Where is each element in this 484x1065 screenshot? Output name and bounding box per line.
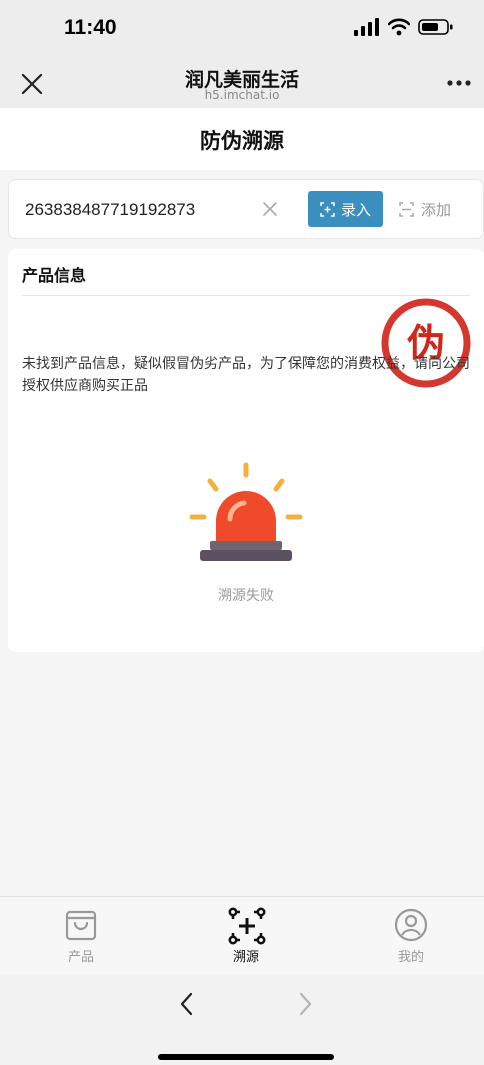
wifi-icon [388, 18, 410, 36]
card-title: 产品信息 [22, 266, 87, 285]
battery-icon [418, 19, 453, 35]
enter-button[interactable]: 录入 [308, 191, 383, 227]
status-bar: 11:40 [0, 0, 484, 60]
shopping-bag-icon [65, 910, 97, 941]
tab-trace[interactable]: 溯源 [186, 897, 306, 975]
tab-products[interactable]: 产品 [21, 897, 141, 975]
user-icon [394, 908, 428, 942]
forward-arrow-icon[interactable] [294, 991, 316, 1017]
add-button-label: 添加 [421, 200, 452, 219]
nav-bar: 润凡美丽生活 h5.imchat.io [0, 60, 484, 108]
scan-frame-icon [399, 201, 414, 217]
back-arrow-icon[interactable] [176, 991, 198, 1017]
clear-icon[interactable] [261, 200, 279, 218]
tab-bar: 产品 溯源 我的 [0, 896, 484, 974]
not-found-message: 未找到产品信息，疑似假冒伪劣产品，为了保障您的消费权益，请向公司授权供应商购买正… [22, 356, 470, 394]
scan-icon [320, 201, 335, 217]
status-icons [354, 18, 454, 36]
tab-trace-label: 溯源 [232, 950, 259, 965]
trace-icon [228, 907, 266, 945]
tab-mine-label: 我的 [397, 950, 424, 965]
nav-subtitle: h5.imchat.io [204, 88, 280, 102]
code-search-card: 录入 添加 [8, 179, 484, 239]
tab-mine[interactable]: 我的 [351, 897, 471, 975]
code-input[interactable] [25, 194, 255, 226]
tab-products-label: 产品 [67, 950, 94, 965]
page-header: 防伪溯源 [0, 108, 484, 170]
product-info-card: 产品信息 伪 未找到产品信息，疑似假冒伪劣产品，为了保障您的消费权益，请向公司授… [8, 249, 484, 652]
alarm-icon [189, 462, 303, 561]
enter-button-label: 录入 [340, 200, 371, 219]
more-icon[interactable] [446, 78, 472, 88]
status-time: 11:40 [64, 16, 117, 39]
add-button[interactable]: 添加 [399, 191, 469, 227]
browser-toolbar [0, 974, 484, 1065]
trace-fail-label: 溯源失败 [218, 588, 274, 604]
page-title: 防伪溯源 [200, 129, 284, 153]
signal-icon [354, 18, 379, 36]
home-indicator [158, 1054, 334, 1060]
